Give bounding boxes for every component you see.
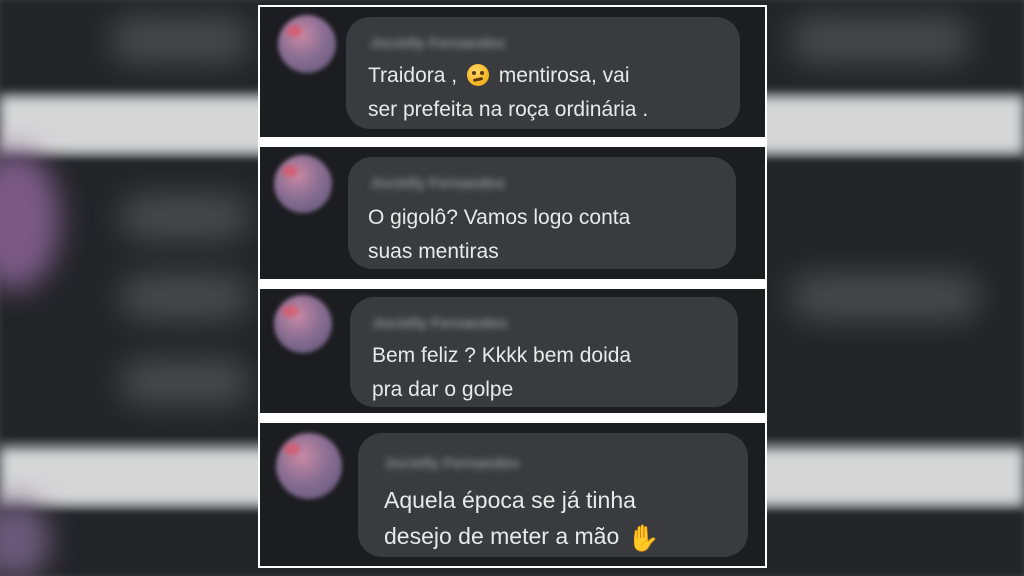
author-name: Jocielly Fernandes — [370, 35, 506, 52]
comment-text-line1: Aquela época se já tinha — [384, 487, 636, 513]
bg-text-blur — [120, 360, 250, 404]
comment-text-line2-text: desejo de meter a mão — [384, 523, 620, 549]
raised-hand-emoji-icon: ✋ — [627, 523, 660, 553]
comment-text-line2: ser prefeita na roça ordinária . — [368, 98, 649, 121]
comment-text-line1-cont: mentirosa, vai — [498, 64, 630, 87]
avatar — [274, 155, 332, 213]
comment-bubble: Jocielly Fernandes O gigolô? Vamos logo … — [348, 157, 736, 269]
bg-text-blur — [120, 275, 250, 319]
comment-text-line1: Bem feliz ? Kkkk bem doida — [372, 344, 632, 367]
bg-text-blur — [120, 195, 250, 239]
comment-text-line2: pra dar o golpe — [372, 378, 514, 401]
comment-text-line1: O gigolô? Vamos logo conta — [368, 206, 631, 229]
comment-text-line1: Traidora , — [368, 64, 458, 87]
comment-panel: Jocielly Fernandes O gigolô? Vamos logo … — [260, 147, 765, 279]
comment-panel: Jocielly Fernandes Aquela época se já ti… — [260, 423, 765, 566]
comment-panel: Jocielly Fernandes Bem feliz ? Kkkk bem … — [260, 289, 765, 413]
avatar — [274, 295, 332, 353]
bg-text-blur — [110, 18, 250, 62]
comment-bubble: Jocielly Fernandes Aquela época se já ti… — [358, 433, 748, 557]
comment-bubble: Jocielly Fernandes Bem feliz ? Kkkk bem … — [350, 297, 738, 407]
avatar — [276, 433, 342, 499]
author-name: Jocielly Fernandes — [372, 315, 508, 332]
comment-panel: Jocielly Fernandes Traidora , mentirosa,… — [260, 7, 765, 137]
avatar — [278, 15, 336, 73]
author-name: Jocielly Fernandes — [384, 455, 520, 472]
bg-text-blur — [790, 18, 970, 62]
comments-collage: Jocielly Fernandes Traidora , mentirosa,… — [258, 5, 767, 568]
author-name: Jocielly Fernandes — [370, 175, 506, 192]
face-with-thermometer-emoji-icon — [466, 64, 489, 86]
comment-bubble: Jocielly Fernandes Traidora , mentirosa,… — [346, 17, 740, 129]
comment-text: Traidora , mentirosa, vai — [368, 59, 630, 93]
comment-text-line2: desejo de meter a mão ✋ — [384, 519, 660, 555]
comment-text-line2: suas mentiras — [368, 240, 499, 263]
bg-text-blur — [790, 275, 980, 319]
